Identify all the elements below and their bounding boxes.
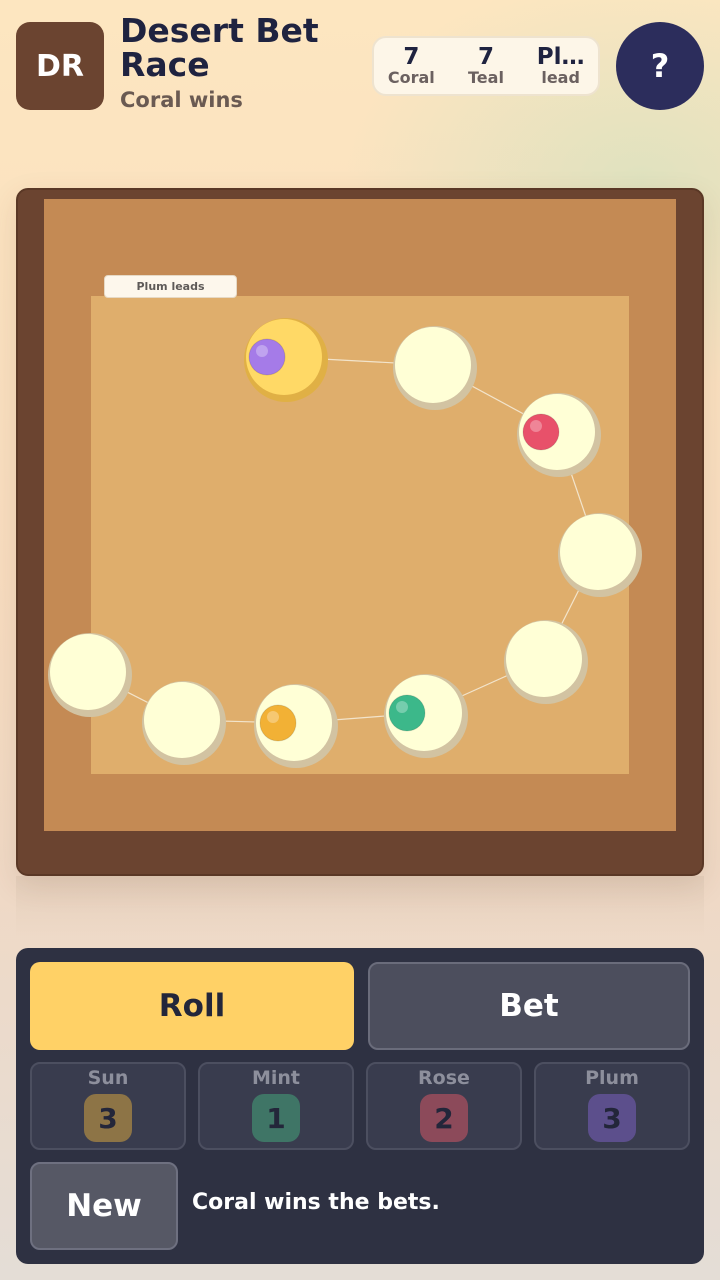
bet-name: Plum [585,1067,639,1089]
bet-card-rose[interactable]: Rose 2 [366,1062,522,1150]
new-game-button[interactable]: New [30,1162,178,1250]
token-plum [248,338,286,376]
token-shine [267,711,279,723]
token-teal [388,694,426,732]
roll-button[interactable]: Roll [30,962,354,1050]
bet-chip: 1 [252,1094,300,1142]
token-shine [396,701,408,713]
token-sun [259,704,297,742]
bet-button[interactable]: Bet [368,962,690,1050]
bet-chip: 2 [420,1094,468,1142]
bet-chip: 3 [588,1094,636,1142]
track-space[interactable] [558,513,642,597]
track-space[interactable] [504,620,588,704]
track-space[interactable] [48,633,132,717]
track-space[interactable] [142,681,226,765]
status-message: Coral wins the bets. [192,1190,440,1215]
track-space[interactable] [393,326,477,410]
token-shine [256,345,268,357]
bet-name: Sun [87,1067,129,1089]
bet-name: Rose [418,1067,470,1089]
token-shine [530,420,542,432]
bet-card-sun[interactable]: Sun 3 [30,1062,186,1150]
token-rose [522,413,560,451]
bet-chip: 3 [84,1094,132,1142]
bet-card-mint[interactable]: Mint 1 [198,1062,354,1150]
bet-card-plum[interactable]: Plum 3 [534,1062,690,1150]
bet-name: Mint [251,1067,301,1089]
